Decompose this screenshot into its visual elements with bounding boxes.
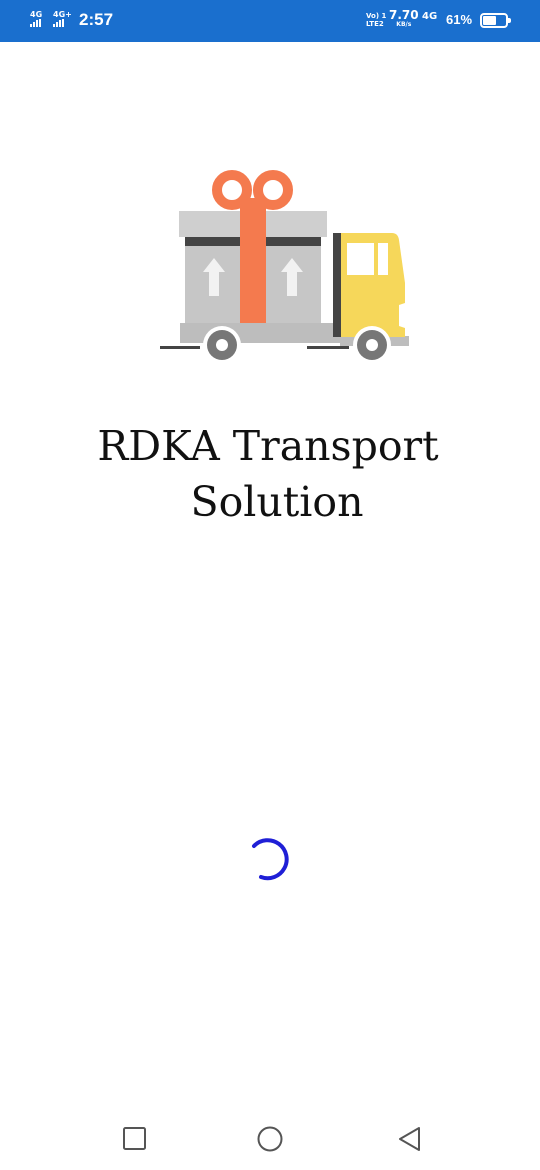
volte-indicator: Vo) 1 LTE2 [366, 12, 386, 28]
volte-top: Vo) 1 [366, 12, 387, 20]
sim2-label: 4G+ [53, 10, 72, 19]
navigation-bar [0, 1110, 540, 1170]
sim2-signal: 4G+ [53, 10, 72, 27]
square-recents-icon[interactable] [120, 1124, 150, 1154]
app-title-line1: RDKA Transport [97, 422, 439, 470]
signal-bars-icon [53, 19, 72, 27]
sim1-label: 4G [30, 10, 43, 19]
battery-icon [480, 13, 511, 28]
battery-tip [508, 18, 511, 23]
battery-fill [483, 16, 496, 25]
signal-bars-icon [30, 19, 42, 27]
network-type: 4G [422, 11, 438, 22]
triangle-back-icon[interactable] [394, 1124, 424, 1154]
sim1-signal: 4G [30, 10, 42, 27]
battery-percent: 61% [446, 12, 473, 27]
network-speed: 7.70 KB/s [389, 9, 419, 29]
clock: 2:57 [79, 10, 114, 29]
circle-home-icon[interactable] [255, 1124, 285, 1154]
volte-bottom: LTE2 [366, 20, 384, 28]
app-title-line2: Solution [190, 478, 364, 526]
loading-spinner-icon [252, 838, 289, 881]
app-title: RDKA Transport Solution [0, 418, 540, 530]
status-bar: 4G 4G+ 2:57 Vo) 1 LTE2 7.70 KB/s 4G 61% [0, 0, 540, 42]
speed-unit: KB/s [396, 21, 412, 28]
delivery-truck-gift-icon [160, 170, 409, 364]
speed-value: 7.70 [389, 8, 419, 22]
